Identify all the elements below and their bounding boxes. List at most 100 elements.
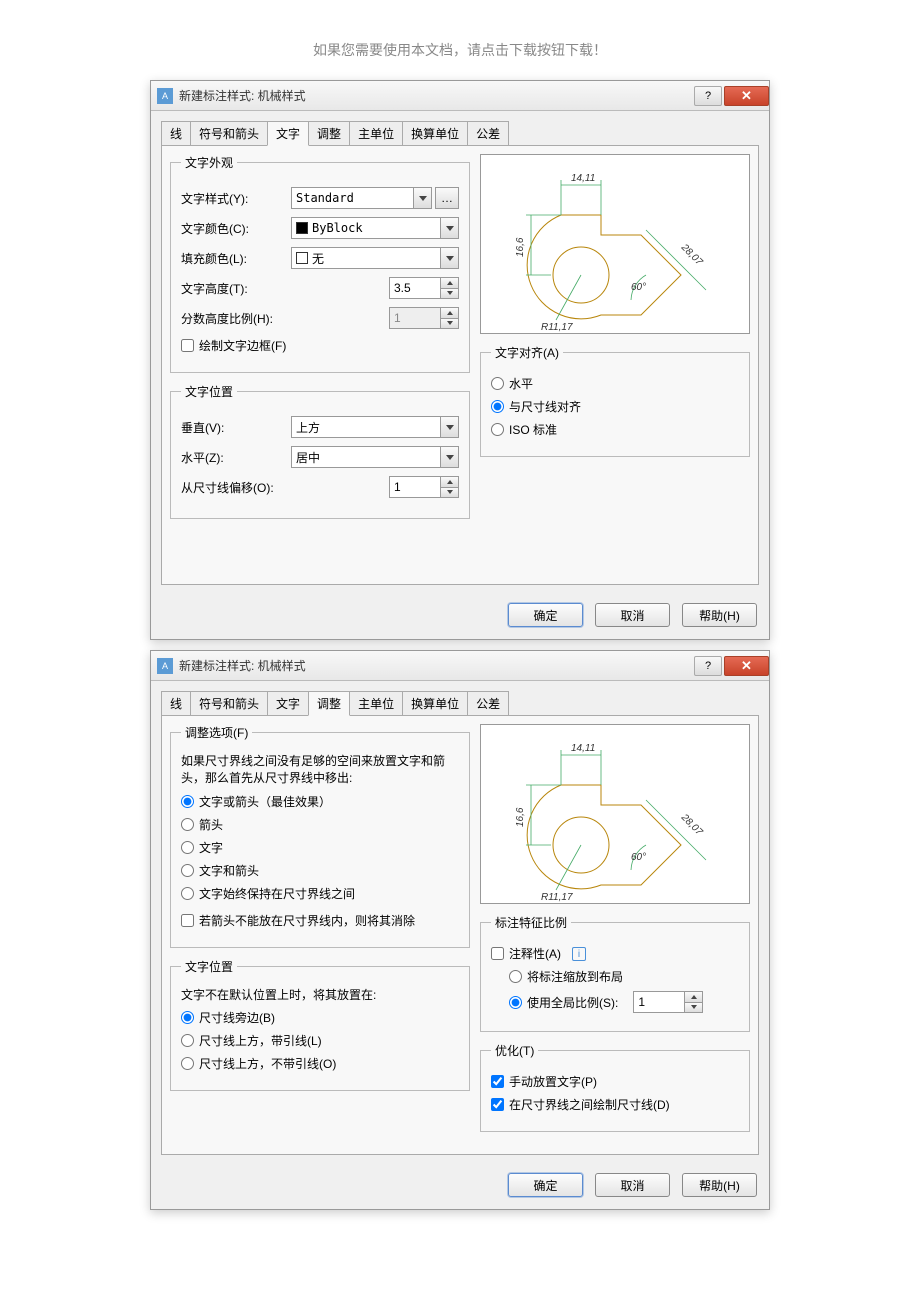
suppress-arrows-checkbox[interactable] (181, 914, 194, 927)
dim-style-dialog-text: A 新建标注样式: 机械样式 ? ✕ 线 符号和箭头 文字 调整 主单位 换算单… (150, 80, 770, 640)
titlebar: A 新建标注样式: 机械样式 ? ✕ (151, 81, 769, 111)
spinner-down-icon[interactable] (685, 1003, 702, 1013)
annotative-label: 注释性(A) (509, 945, 561, 962)
help-button[interactable]: 帮助(H) (682, 1173, 757, 1197)
tab-alt[interactable]: 换算单位 (402, 691, 468, 715)
scale-layout-label: 将标注缩放到布局 (527, 968, 623, 985)
position-legend: 文字位置 (181, 383, 237, 400)
global-scale-spinner[interactable] (633, 991, 703, 1013)
spinner-up-icon[interactable] (441, 477, 458, 488)
fit-both-label: 文字和箭头 (199, 862, 259, 879)
help-button-icon[interactable]: ? (694, 86, 722, 106)
text-color-combo[interactable]: ByBlock (291, 217, 459, 239)
spinner-up-icon[interactable] (685, 992, 702, 1003)
text-style-value: Standard (296, 191, 354, 205)
fit-text-label: 文字 (199, 839, 223, 856)
help-button[interactable]: 帮助(H) (682, 603, 757, 627)
beside-dimline-radio[interactable] (181, 1011, 194, 1024)
close-button[interactable]: ✕ (724, 656, 769, 676)
tab-fit[interactable]: 调整 (308, 691, 350, 716)
offset-label: 从尺寸线偏移(O): (181, 479, 291, 496)
text-height-spinner[interactable] (389, 277, 459, 299)
ok-button[interactable]: 确定 (508, 1173, 583, 1197)
vertical-combo[interactable]: 上方 (291, 416, 459, 438)
ok-button[interactable]: 确定 (508, 603, 583, 627)
spinner-down-icon[interactable] (441, 289, 458, 299)
svg-text:R11,17: R11,17 (541, 322, 573, 333)
align-iso-radio[interactable] (491, 423, 504, 436)
cancel-button[interactable]: 取消 (595, 603, 670, 627)
chevron-down-icon[interactable] (440, 417, 458, 437)
tab-text[interactable]: 文字 (267, 121, 309, 146)
tab-line[interactable]: 线 (161, 121, 191, 145)
align-legend: 文字对齐(A) (491, 344, 563, 361)
refine-group: 优化(T) 手动放置文字(P) 在尺寸界线之间绘制尺寸线(D) (480, 1042, 750, 1132)
draw-dimline-checkbox[interactable] (491, 1098, 504, 1111)
fill-color-combo[interactable]: 无 (291, 247, 459, 269)
text-position-group: 文字位置 垂直(V): 上方 水平(Z): 居中 从尺寸线偏移(O): (170, 383, 470, 519)
fit-best-radio[interactable] (181, 795, 194, 808)
over-noleader-radio[interactable] (181, 1057, 194, 1070)
tab-alt[interactable]: 换算单位 (402, 121, 468, 145)
chevron-down-icon[interactable] (413, 188, 431, 208)
text-style-more-button[interactable]: … (435, 187, 459, 209)
spinner-up-icon[interactable] (441, 278, 458, 289)
svg-text:16,6: 16,6 (515, 237, 526, 257)
textpos-intro: 文字不在默认位置上时，将其放置在: (181, 987, 459, 1004)
text-height-input[interactable] (390, 278, 440, 298)
offset-spinner[interactable] (389, 476, 459, 498)
tab-tol[interactable]: 公差 (467, 121, 509, 145)
offset-input[interactable] (390, 477, 440, 497)
fit-text-radio[interactable] (181, 841, 194, 854)
tab-symbols[interactable]: 符号和箭头 (190, 121, 268, 145)
color-swatch-icon (296, 252, 308, 264)
close-button[interactable]: ✕ (724, 86, 769, 106)
fit-both-radio[interactable] (181, 864, 194, 877)
svg-text:14,11: 14,11 (571, 173, 595, 184)
help-button-icon[interactable]: ? (694, 656, 722, 676)
tab-fit[interactable]: 调整 (308, 121, 350, 145)
titlebar: A 新建标注样式: 机械样式 ? ✕ (151, 651, 769, 681)
tab-primary[interactable]: 主单位 (349, 691, 403, 715)
preview-pane: 14,11 16,6 28,07 60° R11,17 (480, 154, 750, 334)
tab-tol[interactable]: 公差 (467, 691, 509, 715)
draw-frame-checkbox[interactable] (181, 339, 194, 352)
text-align-group: 文字对齐(A) 水平 与尺寸线对齐 ISO 标准 (480, 344, 750, 457)
fit-always-radio[interactable] (181, 887, 194, 900)
svg-text:60°: 60° (631, 852, 646, 863)
annotative-checkbox[interactable] (491, 947, 504, 960)
tab-symbols[interactable]: 符号和箭头 (190, 691, 268, 715)
scale-global-radio[interactable] (509, 996, 522, 1009)
tab-text[interactable]: 文字 (267, 691, 309, 715)
global-scale-input[interactable] (634, 992, 684, 1012)
app-icon: A (157, 658, 173, 674)
over-noleader-label: 尺寸线上方，不带引线(O) (199, 1055, 336, 1072)
align-dimline-radio[interactable] (491, 400, 504, 413)
tab-line[interactable]: 线 (161, 691, 191, 715)
scale-layout-radio[interactable] (509, 970, 522, 983)
vertical-value: 上方 (296, 419, 320, 436)
horizontal-value: 居中 (296, 449, 320, 466)
spinner-down-icon (441, 319, 458, 329)
chevron-down-icon[interactable] (440, 218, 458, 238)
over-leader-radio[interactable] (181, 1034, 194, 1047)
text-placement-group: 文字位置 文字不在默认位置上时，将其放置在: 尺寸线旁边(B) 尺寸线上方，带引… (170, 958, 470, 1092)
fit-arrows-radio[interactable] (181, 818, 194, 831)
chevron-down-icon[interactable] (440, 248, 458, 268)
manual-text-label: 手动放置文字(P) (509, 1073, 597, 1090)
text-style-combo[interactable]: Standard (291, 187, 432, 209)
manual-text-checkbox[interactable] (491, 1075, 504, 1088)
appearance-legend: 文字外观 (181, 154, 237, 171)
info-icon[interactable]: i (572, 947, 586, 961)
spinner-down-icon[interactable] (441, 488, 458, 498)
refine-legend: 优化(T) (491, 1042, 538, 1059)
document-notice: 如果您需要使用本文档，请点击下载按钮下载！ (0, 0, 920, 80)
fit-options-group: 调整选项(F) 如果尺寸界线之间没有足够的空间来放置文字和箭头，那么首先从尺寸界… (170, 724, 470, 948)
align-horizontal-radio[interactable] (491, 377, 504, 390)
tab-primary[interactable]: 主单位 (349, 121, 403, 145)
cancel-button[interactable]: 取消 (595, 1173, 670, 1197)
tab-strip: 线 符号和箭头 文字 调整 主单位 换算单位 公差 (151, 681, 769, 715)
color-swatch-icon (296, 222, 308, 234)
horizontal-combo[interactable]: 居中 (291, 446, 459, 468)
chevron-down-icon[interactable] (440, 447, 458, 467)
